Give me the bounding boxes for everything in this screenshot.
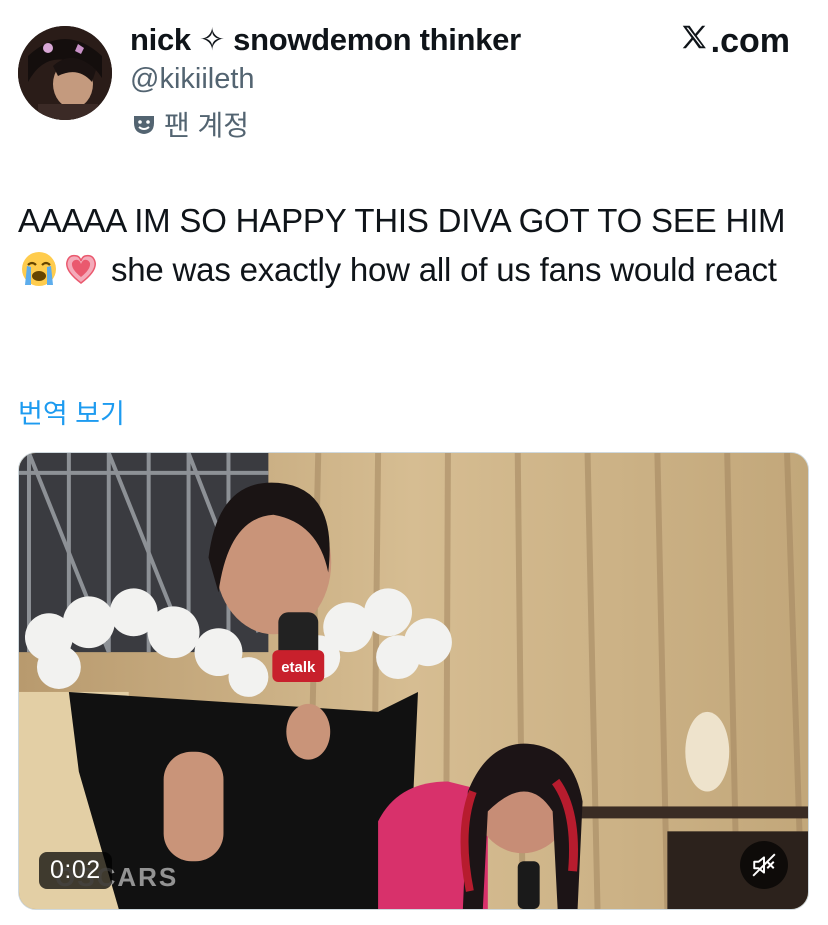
loudly-crying-face-emoji	[19, 249, 59, 289]
growing-heart-emoji	[61, 249, 101, 289]
avatar[interactable]	[18, 26, 112, 120]
x-logo-icon	[679, 22, 711, 61]
mic-flag-label: etalk	[281, 659, 316, 676]
muted-speaker-icon	[752, 853, 776, 877]
theater-mask-icon	[132, 112, 156, 136]
tweet-text-part1: AAAAA IM SO HAPPY THIS DIVA GOT TO SEE H…	[18, 202, 786, 239]
video-player[interactable]: etalk OSCARS 0:02	[18, 452, 809, 910]
video-frame: etalk	[19, 453, 808, 909]
author-handle[interactable]: @kikiileth	[130, 63, 255, 96]
brand-link[interactable]: .com	[679, 22, 790, 61]
fan-account-label: 팬 계정	[164, 110, 250, 141]
fan-account-badge: 팬 계정	[132, 104, 249, 144]
tweet-text-part2: she was exactly how all of us fans would…	[102, 251, 777, 288]
translate-link[interactable]: 번역 보기	[18, 392, 125, 431]
tweet-text: AAAAA IM SO HAPPY THIS DIVA GOT TO SEE H…	[18, 196, 808, 294]
brand-domain: .com	[710, 22, 790, 60]
video-duration-badge: 0:02	[39, 852, 112, 889]
mute-toggle-button[interactable]	[740, 841, 788, 889]
author-display-name[interactable]: nick ✧ snowdemon thinker	[130, 22, 521, 58]
